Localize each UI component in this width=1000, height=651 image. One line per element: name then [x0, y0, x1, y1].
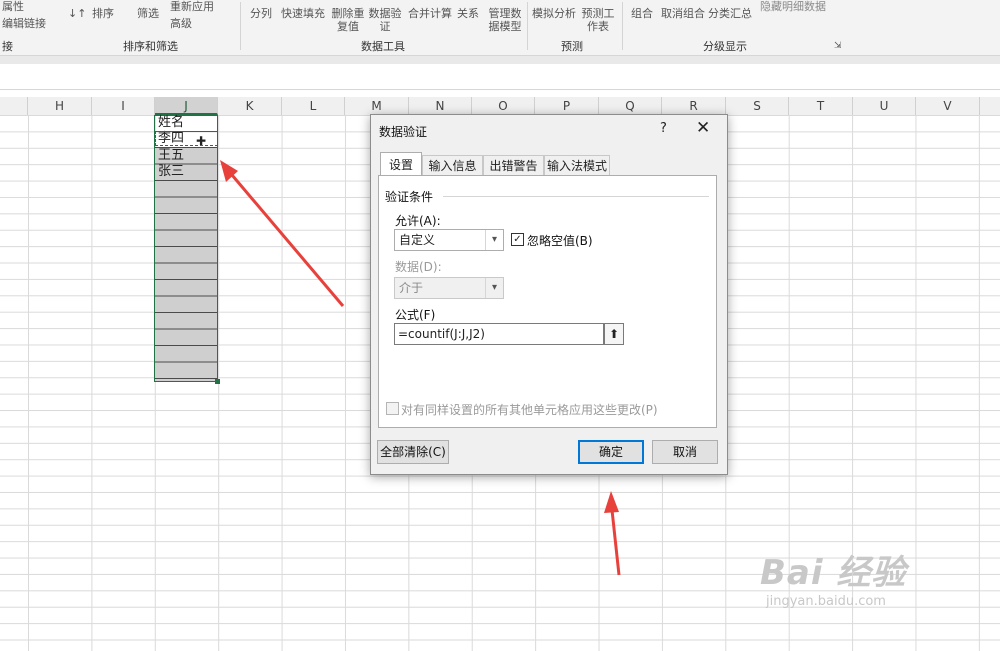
- arrow-to-ok-button: [610, 509, 621, 576]
- baidu-watermark: Bai 经验 jingyan.baidu.com: [760, 545, 906, 609]
- arrow-to-column-j: [230, 174, 345, 307]
- watermark-brand: Bai 经验: [760, 553, 907, 593]
- arrow-head-ok-button: [604, 491, 619, 513]
- watermark-url: jingyan.baidu.com: [766, 594, 886, 609]
